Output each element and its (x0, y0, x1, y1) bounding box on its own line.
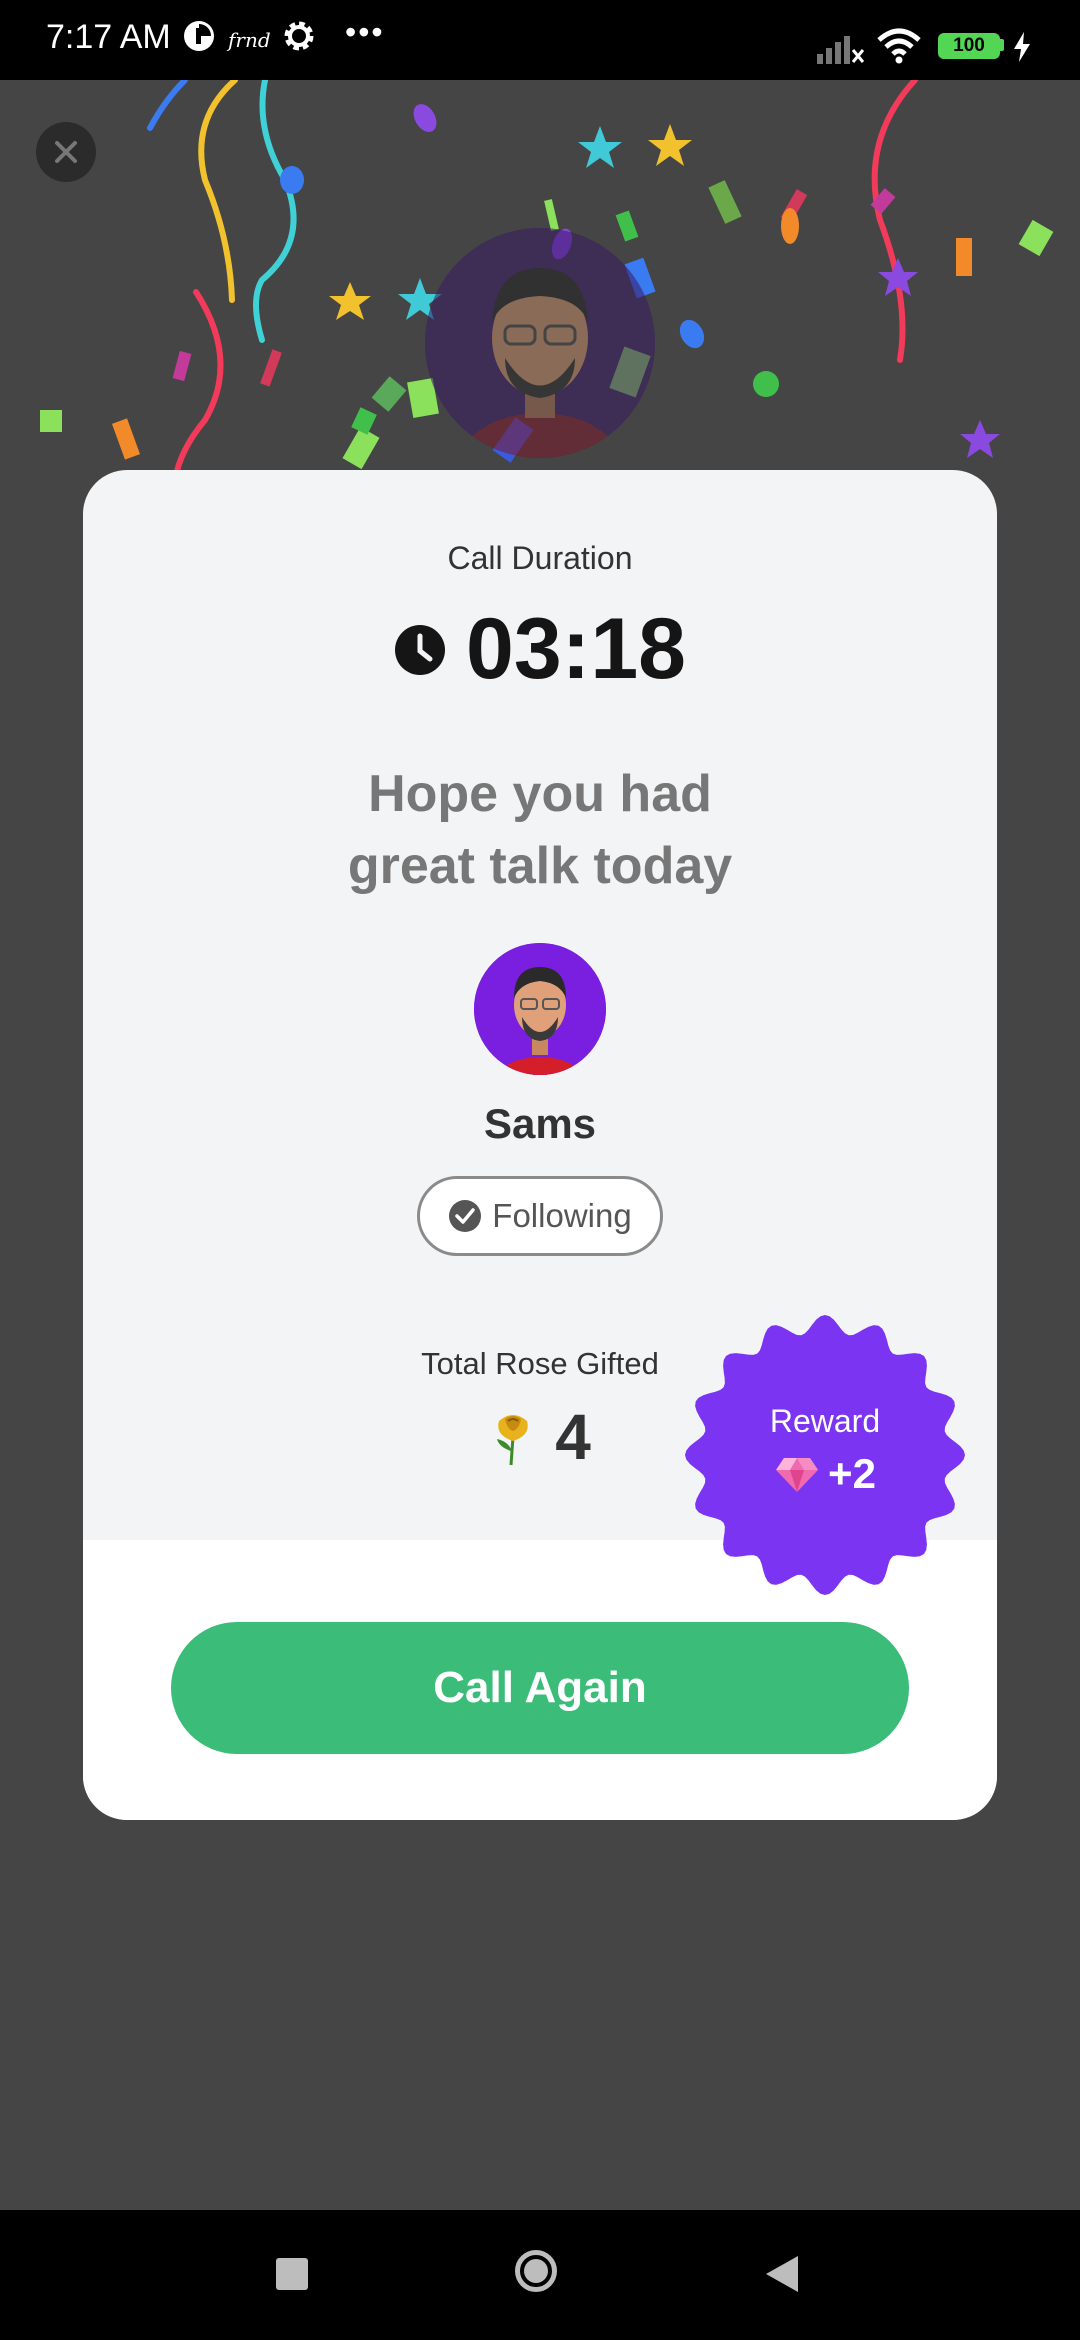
status-overflow-dots: ••• (345, 14, 385, 50)
system-navigation-bar (0, 2210, 1080, 2340)
reward-value: +2 (828, 1449, 876, 1497)
charging-icon (1010, 30, 1034, 69)
greeting-message: Hope you had great talk today (347, 765, 733, 895)
user-name: Sams (483, 1100, 597, 1147)
back-icon[interactable] (764, 2254, 802, 2294)
wifi-icon (875, 26, 923, 71)
call-again-button[interactable]: Call Again (171, 1622, 909, 1754)
call-summary-card: Call Duration 03:18 Hope you had great t… (83, 470, 997, 1820)
signal-icon (815, 30, 865, 71)
notification-icon (181, 18, 217, 59)
close-button[interactable] (36, 122, 96, 182)
settings-icon (281, 18, 317, 59)
battery-indicator: 100 (938, 33, 1000, 59)
clock-icon (395, 624, 446, 675)
call-duration-value: 03:18 (466, 601, 686, 697)
home-icon[interactable] (515, 2250, 557, 2292)
status-bar: 7:17 AM frnd ••• 100 (0, 0, 1080, 80)
call-duration-row: 03:18 (83, 600, 997, 699)
close-icon (55, 141, 77, 163)
check-circle-icon (449, 1200, 482, 1232)
battery-tip (1000, 39, 1004, 51)
rose-icon (497, 1415, 528, 1466)
status-time: 7:17 AM (46, 18, 171, 56)
call-duration-label: Call Duration (447, 540, 633, 576)
following-button[interactable]: Following (417, 1176, 663, 1256)
reward-label: Reward (769, 1402, 881, 1439)
user-avatar (474, 943, 606, 1075)
following-label: Following (492, 1197, 632, 1234)
reward-badge: Reward +2 (682, 1312, 968, 1598)
rose-gifted-count: 4 (555, 1401, 591, 1473)
status-app-label: frnd (228, 28, 271, 52)
recent-apps-icon[interactable] (276, 2258, 308, 2290)
gem-icon (776, 1457, 819, 1492)
caller-avatar-large (425, 228, 655, 458)
